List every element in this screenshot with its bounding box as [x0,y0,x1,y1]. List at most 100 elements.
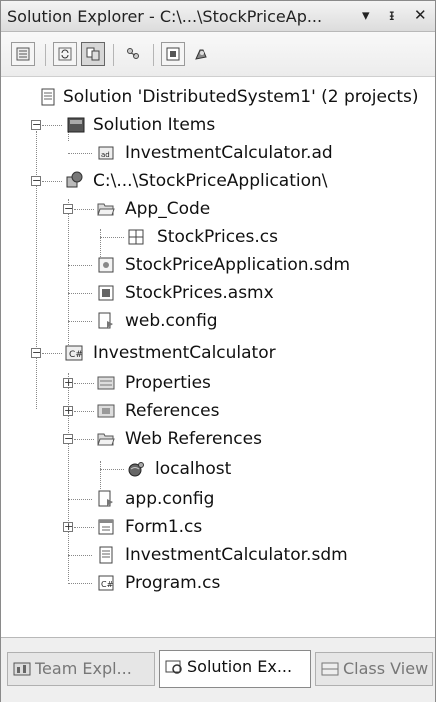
solution-icon [41,88,55,106]
expand-toggle[interactable]: + [63,377,73,388]
collapse-toggle[interactable]: − [63,433,73,444]
config-file-icon [98,312,113,329]
tree-item-properties[interactable]: + Properties [1,369,435,397]
toolbar [1,32,435,77]
tool-window-tabs: Team Expl... Solution Ex... Class View [1,637,435,702]
tree-item-stock-sdm[interactable]: StockPriceApplication.sdm [1,251,435,279]
toolbar-separator [153,44,154,66]
tree-item-web-references[interactable]: − Web References [1,425,435,453]
collapse-toggle[interactable]: − [31,175,41,186]
tree-connector [68,499,92,500]
tree-item-stockprices-asmx[interactable]: StockPrices.asmx [1,279,435,307]
team-explorer-icon [13,662,31,676]
window-title: Solution Explorer - C:\...\StockPriceAp.… [7,7,323,26]
open-folder-icon [97,203,115,216]
system-definition-icon [98,257,114,273]
tree-item-label: C:\...\StockPriceApplication\ [93,171,328,191]
window-position-dropdown-icon[interactable]: ▾ [362,6,370,24]
collapse-toggle[interactable]: − [31,347,41,358]
nested-related-files-icon [195,49,207,60]
tree-connector [74,209,94,210]
toolbar-separator [45,44,46,66]
document-icon [99,546,113,564]
view-class-diagram-button[interactable] [121,42,145,66]
refresh-icon [58,47,72,61]
tree-item-program[interactable]: C# Program.cs [1,569,435,597]
tree-connector [74,439,94,440]
view-class-diagram-icon [127,48,139,59]
tab-label: Class View [343,659,429,678]
tree-item-label: References [125,401,220,421]
tree-connector [42,181,62,182]
tree-item-web-config[interactable]: web.config [1,307,435,335]
web-service-icon [98,285,114,301]
expand-toggle[interactable]: + [63,521,73,532]
tree-connector [42,353,62,354]
references-folder-icon [97,404,115,418]
expand-toggle[interactable]: + [63,405,73,416]
tree-item-references[interactable]: + References [1,397,435,425]
class-view-icon [321,662,339,676]
tab-solution-explorer[interactable]: Solution Ex... [159,650,311,688]
tree-item-label: Properties [125,373,211,393]
tree-item-label: localhost [155,459,232,479]
properties-icon [16,47,30,61]
view-designer-icon [166,47,180,61]
form-icon [98,519,114,535]
csharp-file-icon: C# [98,575,114,591]
tree-item-form1[interactable]: + Form1.cs [1,513,435,541]
solution-explorer-icon [165,660,182,674]
show-all-files-icon [86,47,100,61]
properties-button[interactable] [11,42,35,66]
tree-item-label: InvestmentCalculator.ad [125,143,333,163]
show-all-files-button[interactable] [81,42,105,66]
tree-item-label: Form1.cs [125,517,203,537]
tree-connector [68,153,92,154]
solution-items-folder-icon [67,117,85,133]
tab-label: Solution Ex... [187,657,293,676]
tab-team-explorer[interactable]: Team Expl... [7,652,155,686]
tree-item-stock-project[interactable]: − C:\...\StockPriceApplication\ [1,167,435,195]
auto-hide-pin-icon[interactable]: ᵻ [389,6,395,24]
tree-item-label: StockPrices.cs [157,227,278,247]
close-icon[interactable]: ✕ [414,6,427,24]
csharp-project-icon: C# [65,345,83,361]
tree-item-app-code[interactable]: − App_Code [1,195,435,223]
tree-connector [74,527,94,528]
solution-explorer-window: Solution Explorer - C:\...\StockPriceAp.… [0,0,436,702]
tab-class-view[interactable]: Class View [315,652,433,686]
tree-item-stockprices-cs[interactable]: StockPrices.cs [1,223,435,251]
properties-folder-icon [97,376,115,390]
tree-item-investment-ad[interactable]: ad InvestmentCalculator.ad [1,139,435,167]
solution-tree: Solution 'DistributedSystem1' (2 project… [1,77,435,637]
tree-item-label: App_Code [125,199,211,219]
tree-connector [100,469,124,470]
tree-item-label: Web References [125,429,262,449]
nested-related-files-button[interactable] [189,42,213,66]
tree-connector [68,583,92,584]
tree-item-label: app.config [125,489,215,509]
view-designer-button[interactable] [161,42,185,66]
tree-item-localhost[interactable]: localhost [1,455,435,483]
collapse-toggle[interactable]: − [63,203,73,214]
svg-text:C#: C# [69,350,83,360]
tree-connector [68,265,92,266]
tree-item-investment-sdm[interactable]: InvestmentCalculator.sdm [1,541,435,569]
refresh-button[interactable] [53,42,77,66]
tree-item-solution-items[interactable]: − Solution Items [1,111,435,139]
tree-item-app-config[interactable]: app.config [1,485,435,513]
tree-connector [74,383,94,384]
tree-connector [68,293,92,294]
title-bar[interactable]: Solution Explorer - C:\...\StockPriceAp.… [1,1,435,32]
svg-text:C#: C# [101,580,114,589]
tree-item-label: web.config [125,311,218,331]
tree-item-investment-project[interactable]: − C# InvestmentCalculator [1,339,435,367]
tree-item-label: Solution Items [93,115,216,135]
svg-text:ad: ad [101,151,110,159]
tree-item-solution[interactable]: Solution 'DistributedSystem1' (2 project… [1,83,435,111]
tree-item-label: Program.cs [125,573,221,593]
tree-item-label: StockPrices.asmx [125,283,274,303]
class-file-icon [128,229,144,245]
tree-item-label: InvestmentCalculator [93,343,276,363]
collapse-toggle[interactable]: − [31,119,41,130]
